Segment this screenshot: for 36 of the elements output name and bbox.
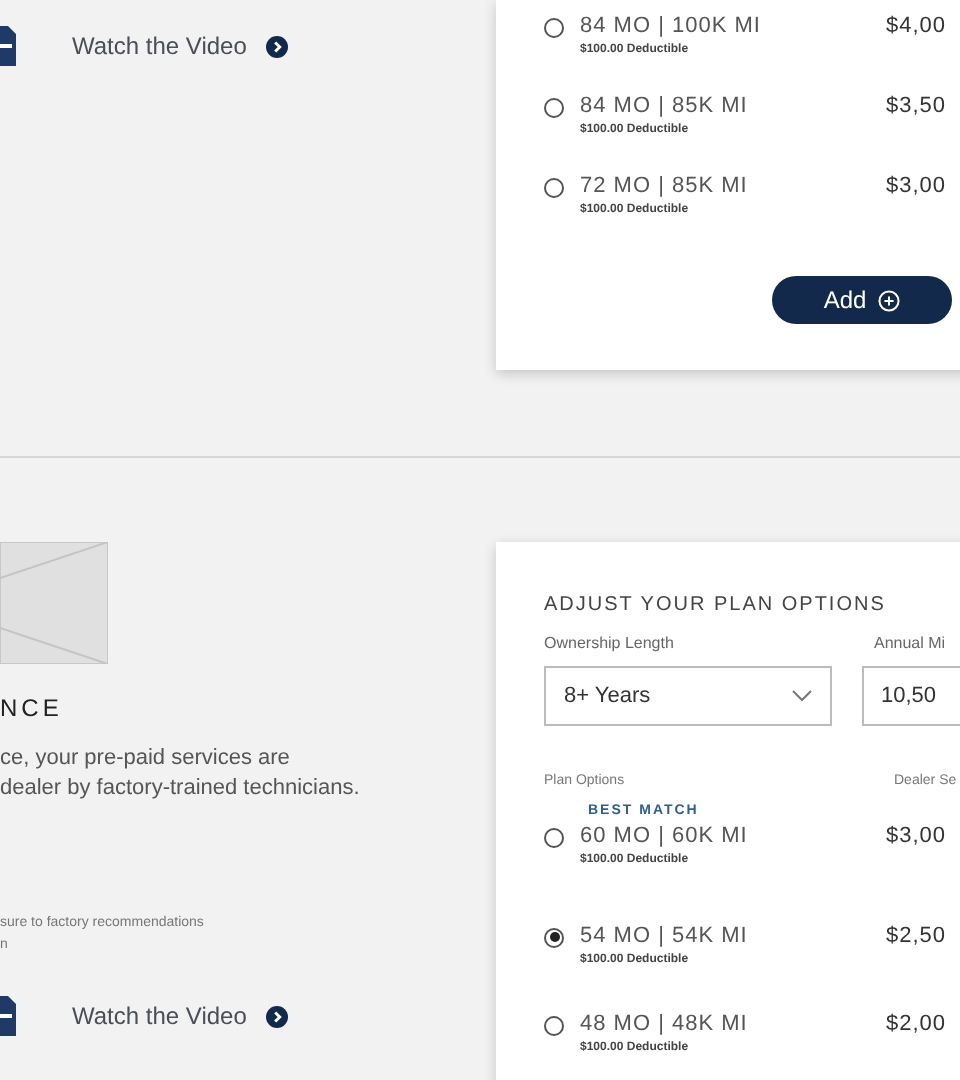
plan-label: 72 MO | 85K MI [580,172,750,202]
field-label: Ownership Length [544,632,676,656]
image-placeholder [0,542,108,664]
price-text: $4,00 [886,12,947,42]
arrow-circle-icon [266,1005,289,1027]
description-line: ce, your pre-paid services are [0,744,292,774]
field-label: Annual Mi [874,632,946,656]
radio-button[interactable] [544,827,564,847]
arrow-circle-icon [266,35,289,57]
description-line: dealer by factory-trained technicians. [0,774,362,804]
plus-circle-icon [878,289,901,311]
plan-label: 84 MO | 85K MI [580,92,750,122]
price-text: $2,50 [886,921,947,951]
price-text: $3,50 [886,92,947,122]
video-link[interactable]: Watch the Video [72,998,289,1034]
card-title: ADJUST YOUR PLAN OPTIONS [544,592,888,620]
document-icon [0,996,16,1036]
radio-button[interactable] [544,927,564,947]
price-text: $2,00 [886,1009,947,1039]
radio-button[interactable] [544,18,564,38]
price-text: $3,00 [886,821,947,851]
add-button[interactable]: Add [772,276,952,324]
plan-label: 48 MO | 48K MI [580,1009,750,1039]
plan-label: 54 MO | 54K MI [580,921,750,951]
plan-label: 84 MO | 100K MI [580,12,763,42]
section-heading: NCE [0,692,65,724]
video-link[interactable]: Watch the Video [72,28,289,64]
radio-button[interactable] [544,1015,564,1035]
chevron-down-icon [791,690,811,702]
plan-label: 60 MO | 60K MI [580,821,750,851]
document-icon [0,26,16,66]
mileage-field[interactable]: 10,50 [861,666,960,726]
radio-button[interactable] [544,98,564,118]
ownership-dropdown[interactable]: 8+ Years [544,666,831,726]
price-text: $3,00 [886,172,947,202]
radio-button[interactable] [544,178,564,198]
